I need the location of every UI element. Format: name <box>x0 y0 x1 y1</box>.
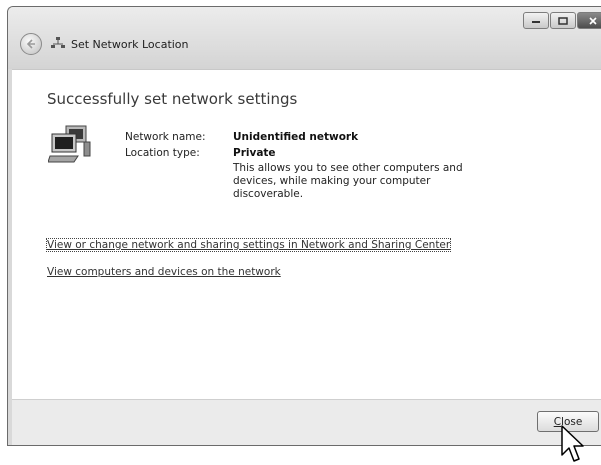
view-computers-link[interactable]: View computers and devices on the networ… <box>47 266 281 278</box>
title-bar: Set Network Location <box>8 7 601 69</box>
location-type-value: Private <box>233 147 276 159</box>
network-name-label: Network name: <box>125 131 206 143</box>
computer-icon <box>48 125 91 163</box>
window-close-button[interactable] <box>577 12 601 29</box>
close-button-accelerator: C <box>553 415 562 428</box>
close-icon <box>578 13 601 28</box>
network-sharing-center-link[interactable]: View or change network and sharing setti… <box>45 238 452 252</box>
maximize-button[interactable] <box>550 12 576 29</box>
maximize-icon <box>551 13 575 28</box>
network-icon <box>51 37 65 48</box>
back-arrow-icon <box>26 39 35 49</box>
back-button[interactable] <box>20 33 42 55</box>
location-type-label: Location type: <box>125 147 200 159</box>
dialog-window: Set Network Location Successfully set ne… <box>7 6 601 446</box>
minimize-button[interactable] <box>523 12 549 29</box>
minimize-icon <box>524 13 548 28</box>
window-title: Set Network Location <box>71 38 189 51</box>
caption-buttons <box>522 12 601 29</box>
mouse-pointer-icon <box>561 425 584 462</box>
dialog-footer: Close <box>12 399 601 445</box>
content-area: Successfully set network settings Networ… <box>12 69 601 400</box>
network-name-value: Unidentified network <box>233 131 359 143</box>
page-heading: Successfully set network settings <box>47 90 298 108</box>
location-description: This allows you to see other computers a… <box>233 162 463 200</box>
